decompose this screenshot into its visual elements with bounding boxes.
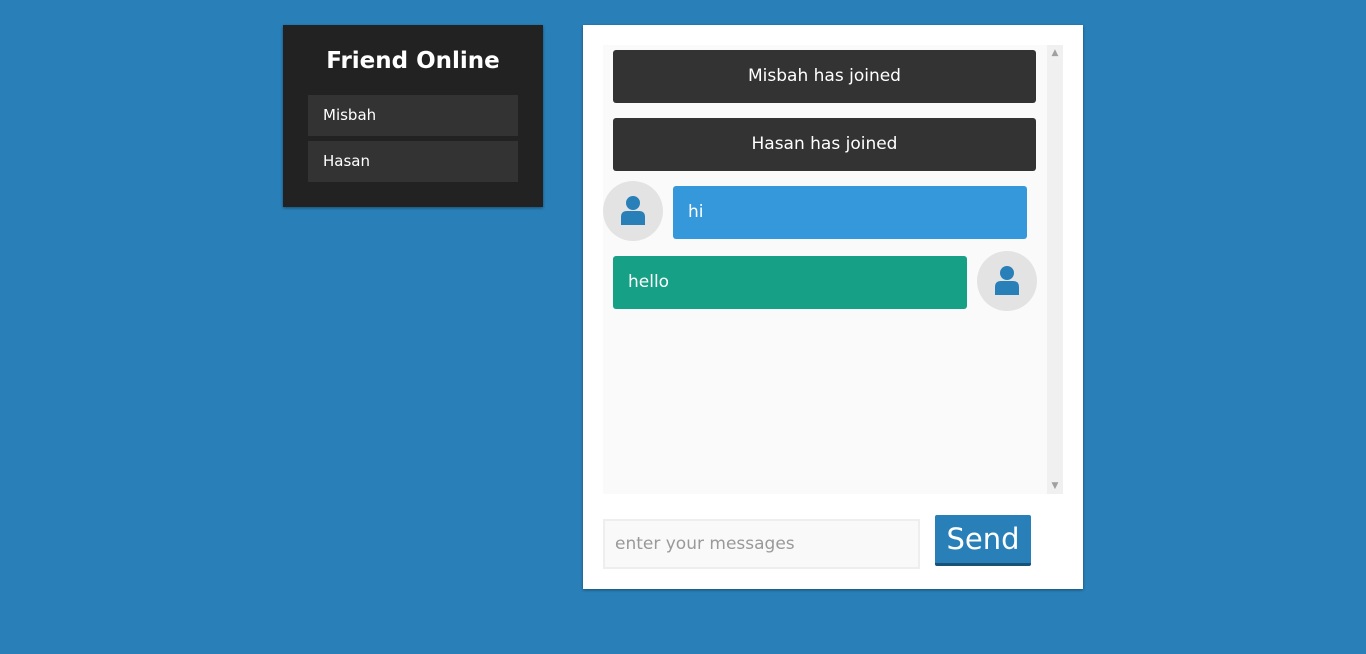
- avatar: [977, 251, 1037, 311]
- friends-online-panel: Friend Online Misbah Hasan: [283, 25, 543, 207]
- message-bubble-incoming: hi: [673, 186, 1027, 239]
- message-list[interactable]: Misbah has joined Hasan has joined hi he…: [603, 45, 1063, 494]
- user-icon: [995, 266, 1019, 295]
- friends-title: Friend Online: [326, 48, 500, 74]
- send-button[interactable]: Send: [935, 515, 1031, 566]
- friend-list: Misbah Hasan: [308, 95, 518, 182]
- scroll-up-icon[interactable]: ▲: [1047, 45, 1063, 61]
- join-notice: Misbah has joined: [613, 50, 1036, 103]
- message-bubble-outgoing: hello: [613, 256, 967, 309]
- scrollbar[interactable]: ▲ ▼: [1047, 45, 1063, 494]
- friend-item-misbah[interactable]: Misbah: [308, 95, 518, 136]
- avatar: [603, 181, 663, 241]
- chat-panel: Misbah has joined Hasan has joined hi he…: [583, 25, 1083, 589]
- message-input[interactable]: [603, 519, 920, 569]
- user-icon: [621, 196, 645, 225]
- join-notice: Hasan has joined: [613, 118, 1036, 171]
- scroll-down-icon[interactable]: ▼: [1047, 478, 1063, 494]
- friend-item-hasan[interactable]: Hasan: [308, 141, 518, 182]
